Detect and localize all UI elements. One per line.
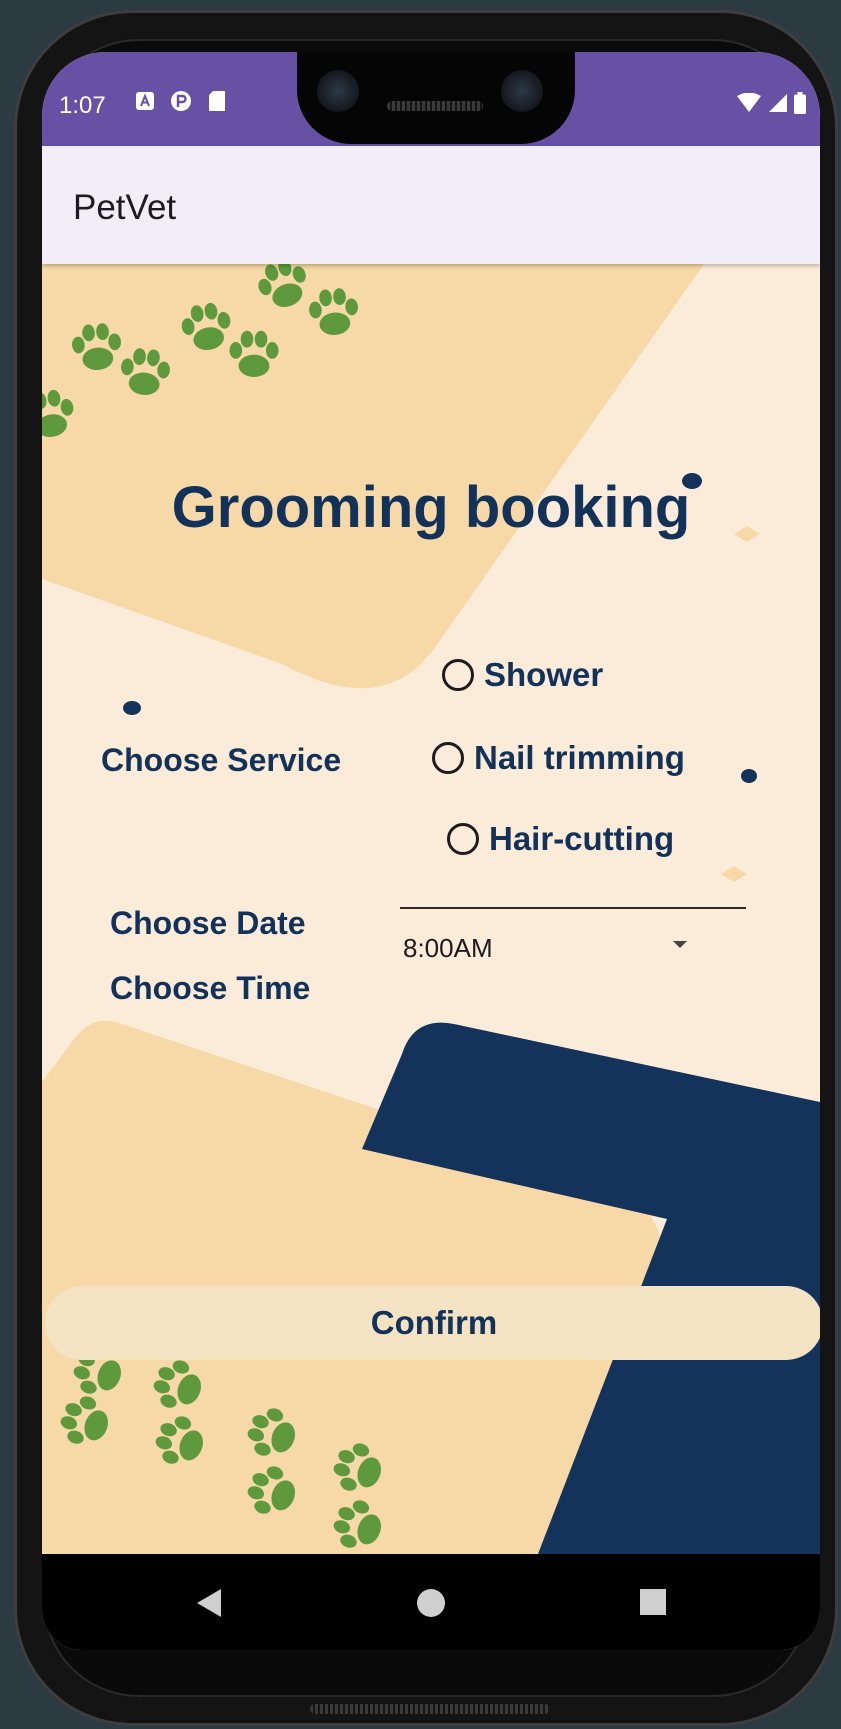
page-title: Grooming booking [171,475,691,540]
radio-label: Hair-cutting [489,820,675,857]
wifi-icon [736,92,762,118]
radio-circle-icon[interactable] [432,742,464,774]
radio-label: Shower [484,656,604,693]
radio-circle-icon[interactable] [442,659,474,691]
camera-notch [297,52,575,144]
back-icon[interactable] [197,1589,221,1617]
a-icon [134,90,156,112]
signal-icon [768,93,788,118]
radio-label: Nail trimming [474,739,685,776]
battery-icon [794,92,806,119]
front-camera-icon [317,70,359,112]
earpiece-speaker [387,101,483,111]
radio-shower[interactable]: Shower [442,656,603,694]
time-dropdown[interactable]: 8:00AM [387,921,687,973]
service-label: Choose Service [101,742,342,778]
time-selected-value: 8:00AM [403,933,493,963]
status-time: 1:07 [59,92,106,119]
app-title: PetVet [73,188,177,227]
navigation-bar [42,1554,820,1650]
status-bar: 1:07 [42,52,820,146]
app-bar: PetVet [42,146,820,264]
home-icon[interactable] [417,1589,445,1617]
confirm-button[interactable]: Confirm [45,1286,820,1360]
date-label: Choose Date [110,905,306,941]
front-sensor-icon [501,70,543,112]
radio-circle-icon[interactable] [447,823,479,855]
date-input[interactable] [400,869,746,909]
status-right-icons [736,92,806,119]
dropdown-arrow-icon[interactable] [673,941,687,948]
p-icon [170,90,192,112]
recents-icon[interactable] [640,1589,666,1615]
bottom-speaker-grille [310,1704,550,1714]
time-label: Choose Time [110,970,311,1006]
radio-nail-trimming[interactable]: Nail trimming [432,739,685,777]
sd-card-icon [206,90,228,112]
booking-content: Grooming booking Choose Service Shower N… [42,264,820,1554]
status-left-icons [134,90,228,112]
device-screen: 1:07 PetVet Grooming booking Choose Serv… [42,52,820,1650]
radio-hair-cutting[interactable]: Hair-cutting [447,820,674,858]
